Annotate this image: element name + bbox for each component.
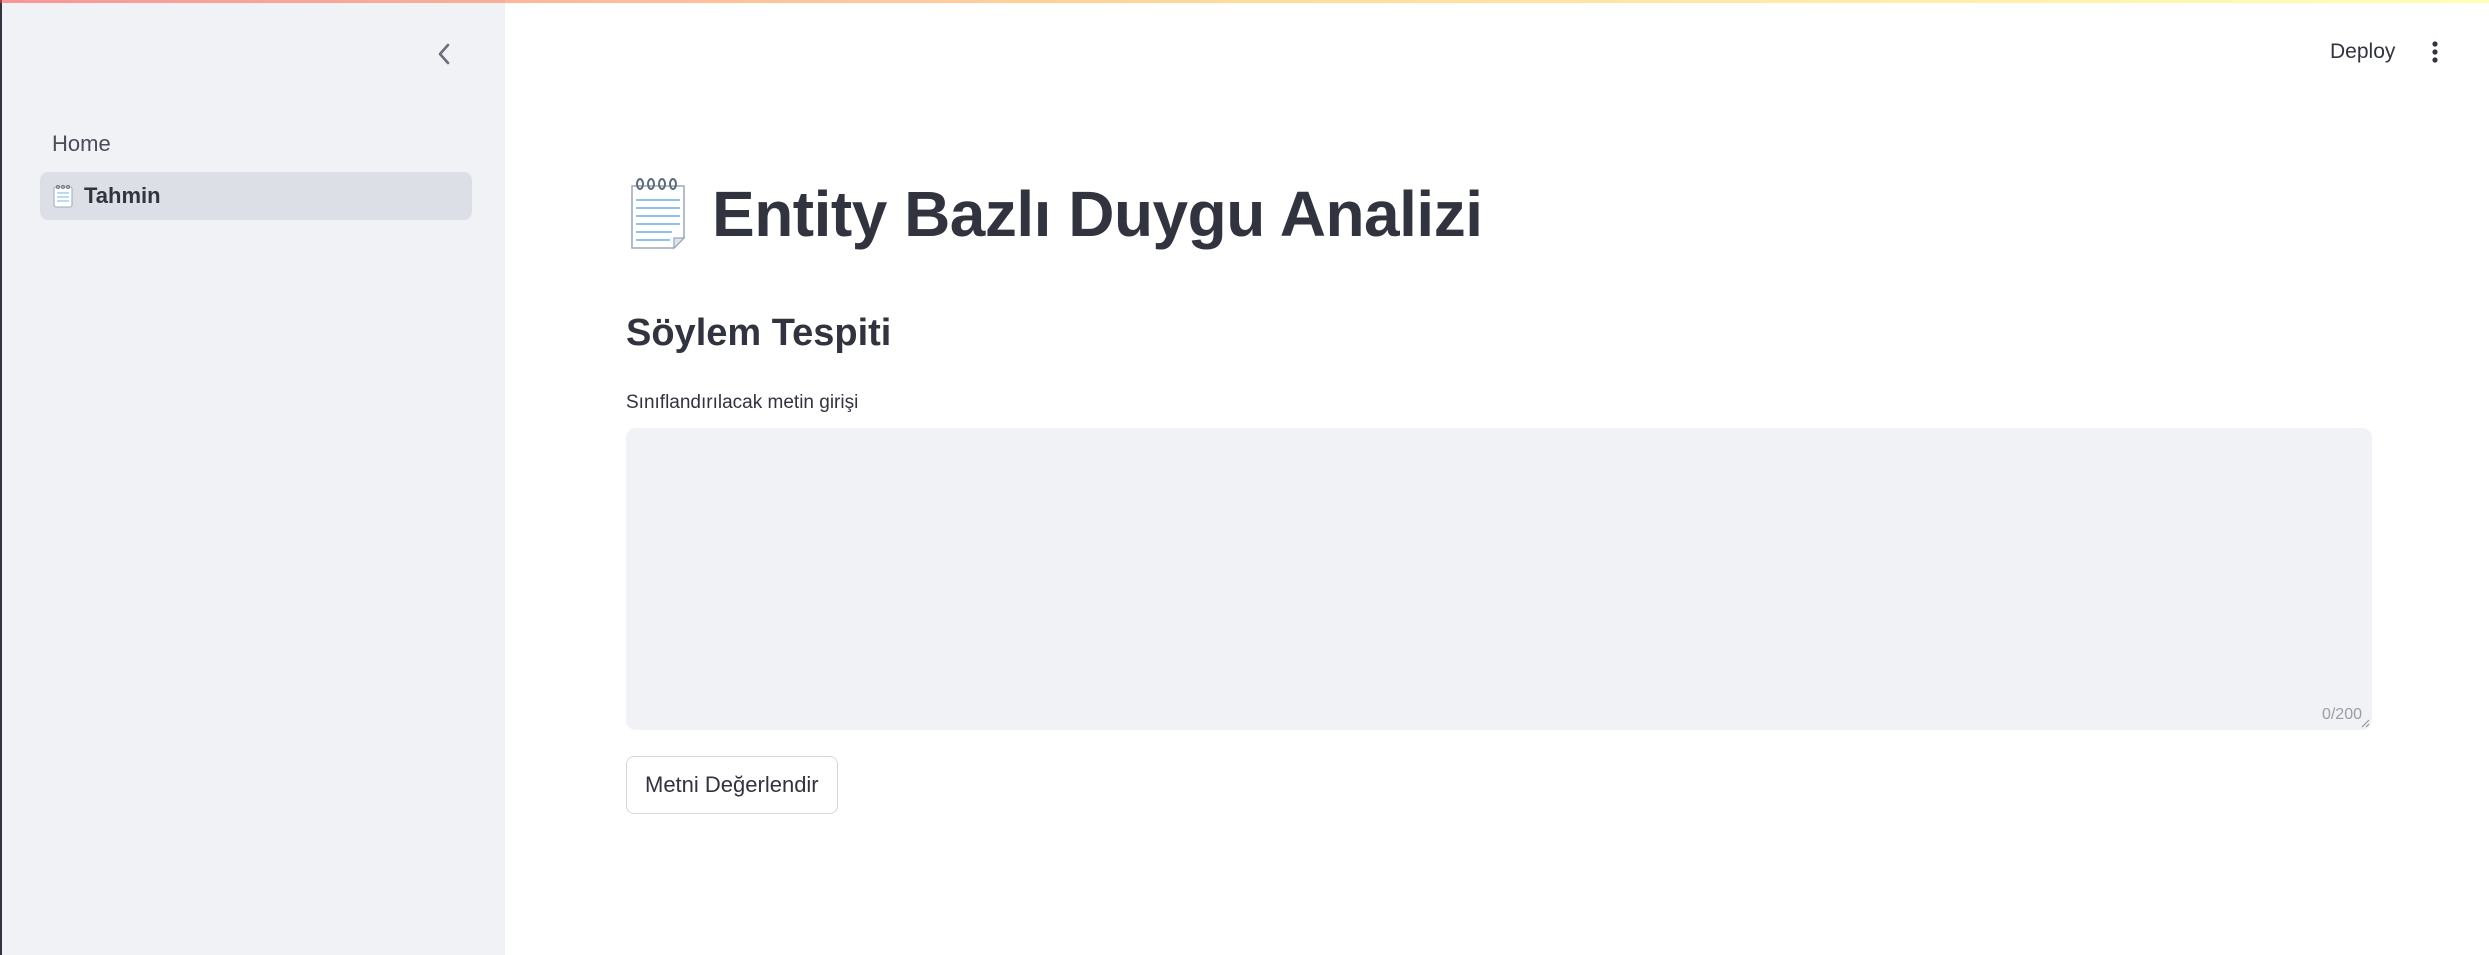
text-input-container: 0/200: [626, 428, 2372, 730]
char-counter: 0/200: [2321, 706, 2362, 723]
sidebar-item-tahmin[interactable]: Tahmin: [40, 172, 472, 220]
section-subheader: Söylem Tespiti: [626, 312, 892, 354]
collapse-sidebar-button[interactable]: [426, 36, 462, 72]
page-title: Entity Bazlı Duygu Analizi: [712, 178, 1483, 250]
sidebar-nav: Home Tahmin: [40, 120, 472, 224]
kebab-menu-icon: [2432, 41, 2438, 63]
page-title-row: Entity Bazlı Duygu Analizi: [626, 168, 1483, 260]
text-input-label: Sınıflandırılacak metin girişi: [626, 392, 859, 413]
deploy-button[interactable]: Deploy: [2316, 32, 2409, 72]
deploy-label: Deploy: [2330, 40, 2396, 63]
notepad-icon: [53, 185, 73, 208]
top-decoration-bar: [0, 0, 2489, 3]
resize-handle-icon[interactable]: [2360, 718, 2370, 728]
notepad-icon: [631, 178, 686, 250]
sidebar: Home Tahmin: [0, 0, 505, 955]
sidebar-item-label: Home: [52, 131, 111, 156]
chevron-left-icon: [438, 43, 450, 65]
evaluate-text-button[interactable]: Metni Değerlendir: [626, 756, 838, 814]
app-root: Home Tahmin Deploy Entity Bazlı Duygu An…: [0, 0, 2489, 955]
text-input[interactable]: [626, 428, 2372, 730]
main-menu-button[interactable]: [2422, 34, 2448, 70]
sidebar-item-home[interactable]: Home: [40, 120, 472, 168]
sidebar-item-label: Tahmin: [84, 183, 161, 208]
